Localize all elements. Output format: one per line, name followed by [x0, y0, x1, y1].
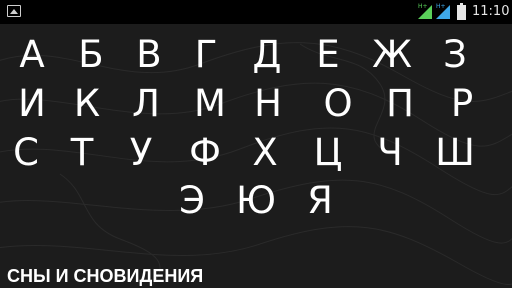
letter-button[interactable]: О	[308, 79, 368, 129]
image-notification-icon	[7, 5, 21, 17]
letter-button[interactable]: С	[0, 128, 56, 178]
letter-button[interactable]: Ю	[226, 176, 286, 226]
letter-button[interactable]: П	[370, 79, 430, 129]
letter-button[interactable]: В	[119, 30, 179, 80]
letter-button[interactable]: М	[180, 79, 240, 129]
letter-button[interactable]: Ч	[360, 128, 420, 178]
status-bar: H+ H+ 11:10	[0, 0, 512, 24]
letter-button[interactable]: Л	[116, 79, 176, 129]
letter-button[interactable]: У	[111, 128, 171, 178]
network-type-label: H+	[436, 3, 446, 10]
letter-button[interactable]: Г	[176, 30, 236, 80]
letter-button[interactable]: Ц	[298, 128, 358, 178]
letter-button[interactable]: Е	[298, 30, 358, 80]
alphabet-grid: А Б В Г Д Е Ж З И К Л М Н О П Р С Т У Ф …	[0, 24, 512, 234]
battery-icon	[457, 3, 466, 20]
letter-button[interactable]: А	[2, 30, 62, 80]
letter-button[interactable]: Ш	[425, 128, 485, 178]
page-title: СНЫ И СНОВИДЕНИЯ	[7, 266, 204, 286]
signal-icon: H+	[436, 3, 451, 20]
letter-button[interactable]: Х	[235, 128, 295, 178]
letter-button[interactable]: Д	[237, 30, 297, 80]
letter-button[interactable]: Я	[290, 176, 350, 226]
network-type-label: H+	[418, 3, 428, 10]
signal-icon: H+	[418, 3, 433, 20]
letter-button[interactable]: Б	[61, 30, 121, 80]
letter-button[interactable]: И	[2, 79, 62, 129]
letter-button[interactable]: Р	[432, 79, 492, 129]
letter-button[interactable]: Ф	[175, 128, 235, 178]
letter-button[interactable]: Э	[162, 176, 222, 226]
letter-button[interactable]: К	[57, 79, 117, 129]
letter-button[interactable]: Н	[238, 79, 298, 129]
letter-button[interactable]: Т	[52, 128, 112, 178]
letter-button[interactable]: Ж	[362, 30, 422, 80]
status-clock: 11:10	[472, 4, 510, 19]
letter-button[interactable]: З	[425, 30, 485, 80]
